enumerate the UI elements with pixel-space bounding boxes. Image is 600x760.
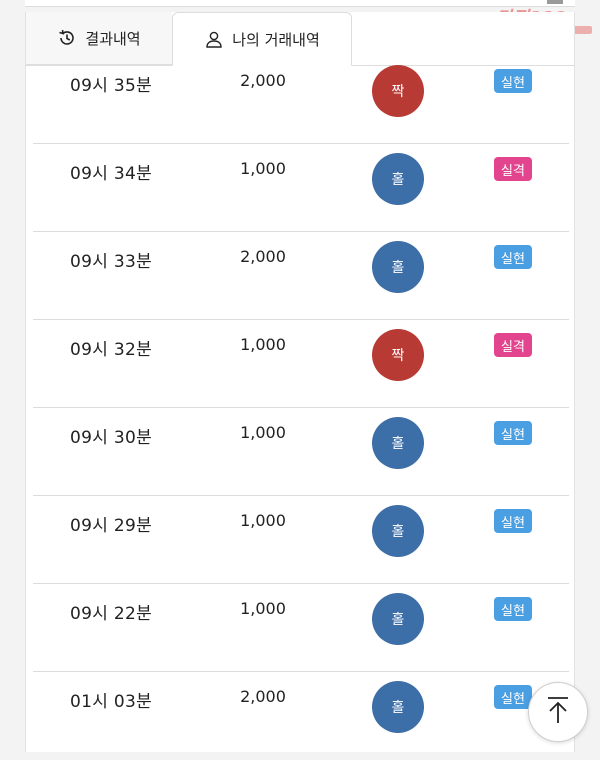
status-badge: 실현: [494, 421, 532, 445]
row-amount: 1,000: [240, 423, 286, 442]
status-badge: 실현: [494, 597, 532, 621]
status-badge: 실현: [494, 245, 532, 269]
status-badge: 실현: [494, 685, 532, 709]
pick-badge: 짝: [372, 65, 424, 117]
status-badge: 실격: [494, 333, 532, 357]
row-amount: 1,000: [240, 599, 286, 618]
row-amount: 2,000: [240, 687, 286, 706]
row-amount: 1,000: [240, 511, 286, 530]
pick-badge: 홀: [372, 505, 424, 557]
row-time: 09시 29분: [70, 516, 153, 536]
user-icon: [204, 29, 224, 49]
history-icon: [57, 28, 77, 48]
row-time: 01시 03분: [70, 692, 153, 712]
row-time: 09시 34분: [70, 164, 153, 184]
row-time: 09시 32분: [70, 340, 153, 360]
scroll-to-top-button[interactable]: [528, 682, 588, 742]
row-time: 09시 22분: [70, 604, 153, 624]
history-row: 09시 32분 1,000 짝 실격: [33, 320, 569, 408]
status-badge: 실격: [494, 157, 532, 181]
pick-badge: 홀: [372, 153, 424, 205]
status-badge: 실현: [494, 69, 532, 93]
row-amount: 2,000: [240, 71, 286, 90]
betting-history-panel: 결과내역 나의 거래내역 09시 35분 2,000 짝 실현 09시 34분 …: [25, 12, 575, 752]
history-row: 09시 29분 1,000 홀 실현: [33, 496, 569, 584]
history-row: 01시 03분 2,000 홀 실현: [33, 672, 569, 760]
row-time: 09시 35분: [70, 76, 153, 96]
pick-badge: 짝: [372, 329, 424, 381]
pick-badge: 홀: [372, 593, 424, 645]
status-badge: 실현: [494, 509, 532, 533]
pick-badge: 홀: [372, 417, 424, 469]
row-amount: 1,000: [240, 159, 286, 178]
history-row: 09시 22분 1,000 홀 실현: [33, 584, 569, 672]
arrow-up-icon: [545, 695, 571, 729]
tab-my-history-label: 나의 거래내역: [232, 30, 320, 49]
row-amount: 1,000: [240, 335, 286, 354]
history-row: 09시 33분 2,000 홀 실현: [33, 232, 569, 320]
pick-badge: 홀: [372, 241, 424, 293]
row-time: 09시 33분: [70, 252, 153, 272]
row-amount: 2,000: [240, 247, 286, 266]
row-time: 09시 30분: [70, 428, 153, 448]
tab-results-label: 결과내역: [85, 29, 141, 48]
pick-badge: 홀: [372, 681, 424, 733]
history-row: 09시 30분 1,000 홀 실현: [33, 408, 569, 496]
history-row: 09시 34분 1,000 홀 실격: [33, 144, 569, 232]
history-row: 09시 35분 2,000 짝 실현: [33, 56, 569, 144]
